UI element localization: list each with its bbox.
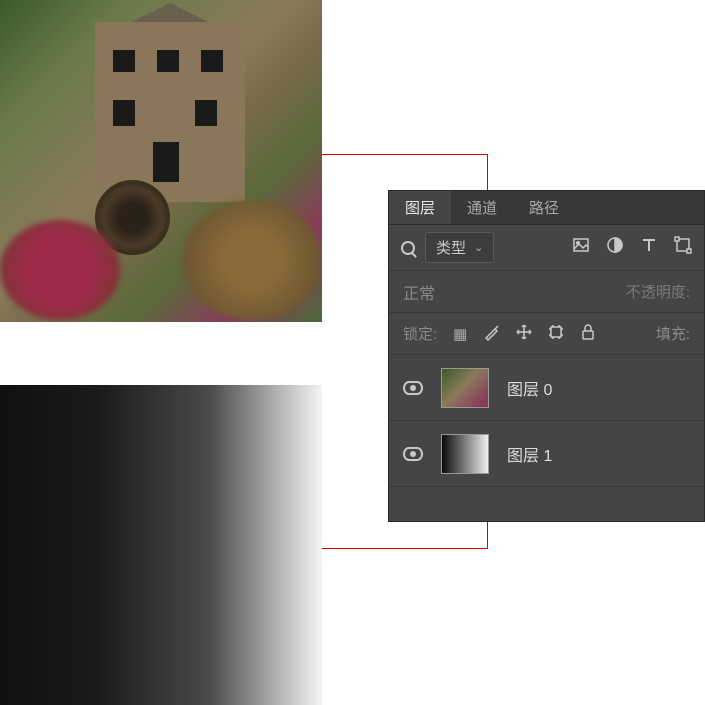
tab-layers[interactable]: 图层 (389, 191, 451, 224)
layer-name[interactable]: 图层 0 (507, 376, 552, 400)
tab-channels[interactable]: 通道 (451, 191, 513, 224)
filter-type-dropdown[interactable]: 类型 ⌄ (425, 232, 494, 263)
layer-row[interactable]: 图层 0 (389, 355, 704, 421)
illustration-house (95, 22, 245, 202)
filter-shape-icon[interactable] (674, 236, 692, 259)
illustration-window (201, 50, 223, 72)
blend-row: 正常 不透明度: (389, 271, 704, 313)
filter-pixel-icon[interactable] (572, 236, 590, 259)
lock-all-icon[interactable] (579, 323, 597, 345)
illustration-door (153, 142, 179, 182)
layer-row[interactable]: 图层 1 (389, 421, 704, 487)
visibility-toggle-icon[interactable] (403, 447, 423, 461)
blend-mode-dropdown[interactable]: 正常 (403, 280, 435, 304)
filter-icons (572, 236, 692, 259)
panel-tabs: 图层 通道 路径 (389, 191, 704, 225)
filter-type-label: 类型 (436, 237, 466, 258)
lock-move-icon[interactable] (515, 323, 533, 345)
illustration-window (113, 50, 135, 72)
layer-name[interactable]: 图层 1 (507, 442, 552, 466)
lock-label: 锁定: (403, 323, 437, 344)
connector-line (322, 548, 488, 549)
visibility-toggle-icon[interactable] (403, 381, 423, 395)
lock-row: 锁定: ▦ 填充: (389, 313, 704, 355)
lock-transparent-icon[interactable]: ▦ (451, 325, 469, 343)
illustration-window (157, 50, 179, 72)
opacity-label: 不透明度: (626, 281, 690, 302)
illustration-window (195, 100, 217, 126)
fill-label: 填充: (656, 323, 690, 344)
tab-paths[interactable]: 路径 (513, 191, 575, 224)
search-icon[interactable] (401, 241, 415, 255)
layer-thumbnail[interactable] (441, 434, 489, 474)
filter-type-icon[interactable] (640, 236, 658, 259)
layer-thumbnail[interactable] (441, 368, 489, 408)
source-image-mill (0, 0, 322, 322)
connector-line (322, 154, 488, 155)
lock-artboard-icon[interactable] (547, 323, 565, 345)
filter-adjustment-icon[interactable] (606, 236, 624, 259)
filter-row: 类型 ⌄ (389, 225, 704, 271)
illustration-window (113, 100, 135, 126)
layers-panel: 图层 通道 路径 类型 ⌄ 正常 不透明度: 锁定: (388, 190, 705, 522)
lock-brush-icon[interactable] (483, 323, 501, 345)
source-image-gradient (0, 385, 322, 705)
chevron-down-icon: ⌄ (474, 241, 483, 254)
illustration-flowers (0, 220, 120, 320)
illustration-bushes (182, 200, 322, 320)
